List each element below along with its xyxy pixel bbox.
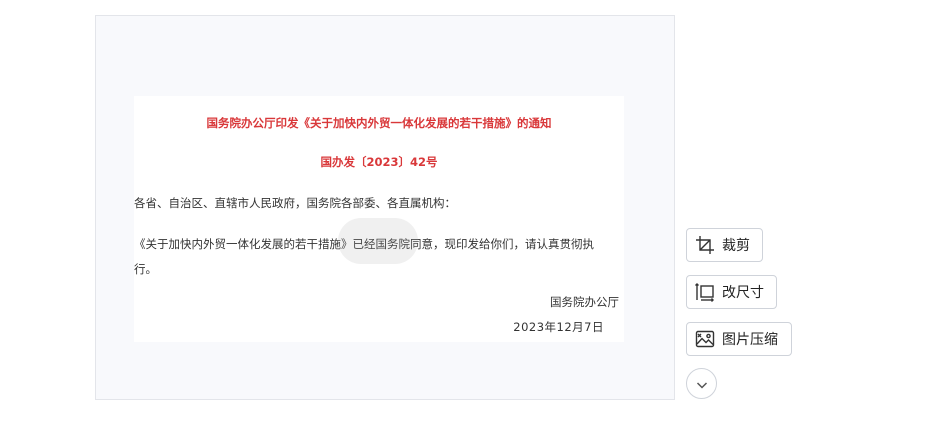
compress-button[interactable]: 图片压缩 (686, 322, 792, 356)
document-recipients: 各省、自治区、直辖市人民政府，国务院各部委、各直属机构： (134, 196, 456, 210)
crop-label: 裁剪 (722, 238, 750, 254)
image-preview-frame: 国务院办公厅印发《关于加快内外贸一体化发展的若干措施》的通知 国办发〔2023〕… (95, 15, 675, 400)
image-hover-overlay[interactable] (338, 218, 418, 264)
resize-label: 改尺寸 (722, 285, 764, 301)
document-signature-org: 国务院办公厅 (550, 295, 619, 309)
document-number: 国办发〔2023〕42号 (320, 155, 438, 169)
chevron-down-icon (695, 377, 709, 391)
resize-button[interactable]: 改尺寸 (686, 275, 777, 309)
document-title: 国务院办公厅印发《关于加快内外贸一体化发展的若干措施》的通知 (206, 116, 552, 130)
more-tools-button[interactable] (686, 368, 717, 399)
compress-label: 图片压缩 (722, 332, 778, 348)
crop-icon (695, 235, 715, 255)
document-signature-date: 2023年12月7日 (513, 320, 604, 334)
image-compress-icon (695, 329, 715, 349)
resize-icon (695, 282, 715, 302)
crop-button[interactable]: 裁剪 (686, 228, 763, 262)
document-cut-off-text: · · (541, 340, 552, 342)
